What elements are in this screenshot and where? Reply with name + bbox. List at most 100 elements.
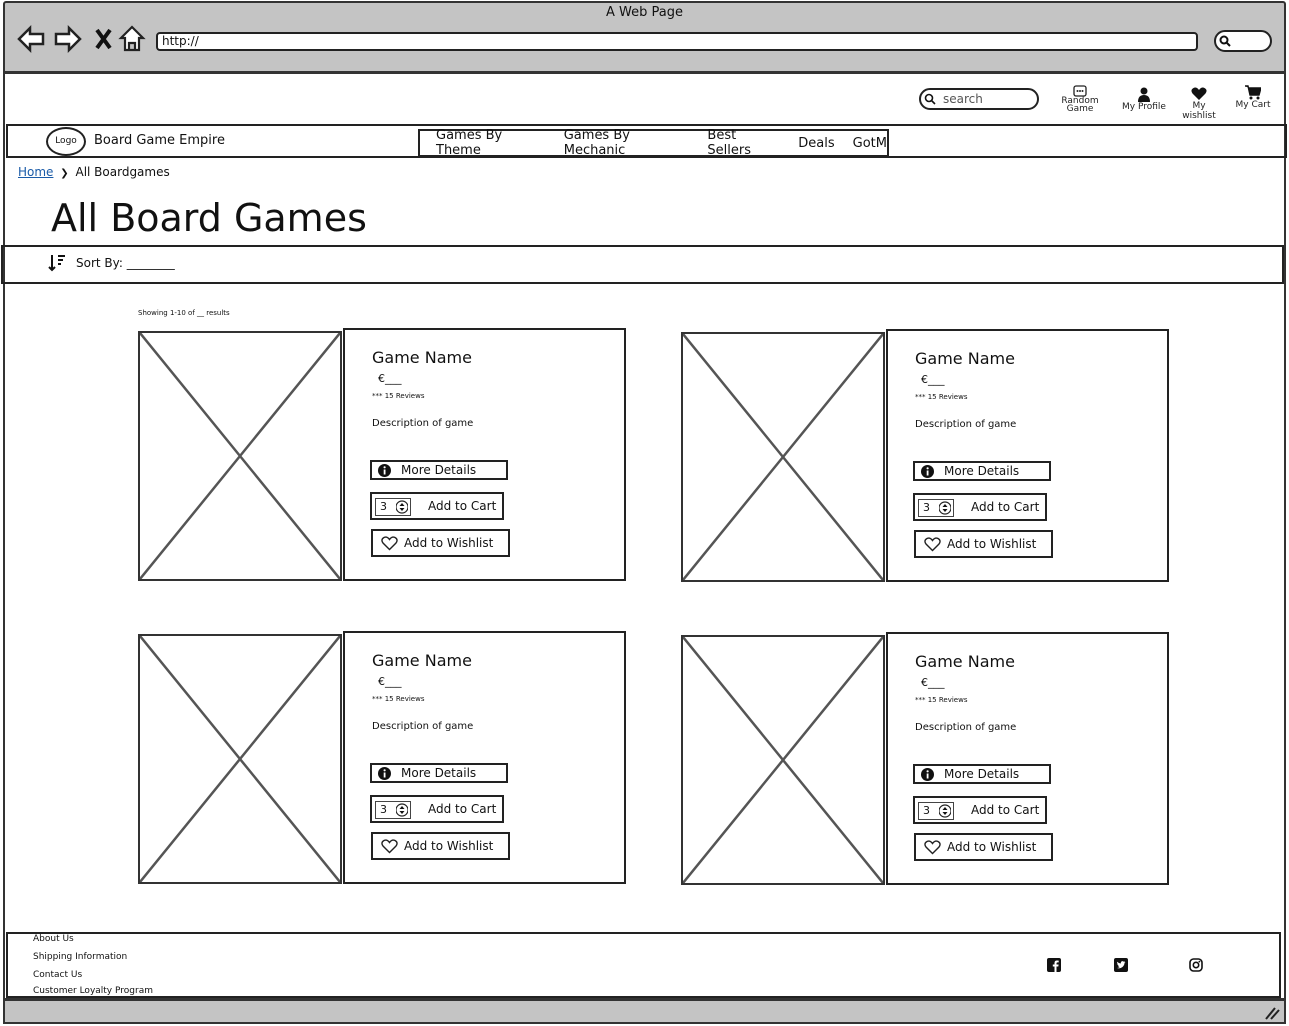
product-price: €___	[378, 675, 402, 688]
breadcrumb: Home ❯ All Boardgames	[18, 165, 170, 179]
more-details-label: More Details	[944, 767, 1020, 781]
cart-icon	[1245, 85, 1261, 100]
info-icon	[378, 463, 391, 477]
footer-link-loyalty[interactable]: Customer Loyalty Program	[33, 986, 153, 996]
window-title: A Web Page	[606, 5, 683, 20]
footer-link-shipping[interactable]: Shipping Information	[33, 952, 127, 962]
my-cart-link[interactable]: My Cart	[1234, 85, 1272, 110]
search-icon	[924, 93, 936, 105]
product-reviews[interactable]: *** 15 Reviews	[372, 392, 424, 400]
sort-bar	[1, 245, 1284, 284]
heart-outline-icon	[924, 536, 941, 551]
add-to-cart-button[interactable]: 3 Add to Cart	[370, 492, 504, 520]
product-reviews[interactable]: *** 15 Reviews	[372, 695, 424, 703]
more-details-label: More Details	[401, 463, 477, 477]
product-name[interactable]: Game Name	[915, 652, 1015, 671]
resize-grip-icon[interactable]	[1264, 1006, 1280, 1020]
my-cart-label: My Cart	[1235, 100, 1271, 110]
quantity-stepper[interactable]: 3	[375, 801, 411, 819]
product-description: Description of game	[372, 721, 474, 732]
product-price: €___	[921, 676, 945, 689]
home-icon[interactable]	[118, 24, 148, 54]
info-icon	[921, 767, 934, 781]
product-info: Game Name €___ *** 15 Reviews Descriptio…	[886, 329, 1169, 582]
my-wishlist-link[interactable]: My wishlist	[1175, 87, 1223, 121]
product-name[interactable]: Game Name	[372, 348, 472, 367]
quantity-stepper[interactable]: 3	[918, 802, 954, 820]
back-icon[interactable]	[16, 24, 46, 54]
quantity-stepper[interactable]: 3	[375, 498, 411, 516]
heart-outline-icon	[381, 838, 398, 853]
product-description: Description of game	[915, 722, 1017, 733]
breadcrumb-home[interactable]: Home	[18, 165, 53, 179]
my-profile-link[interactable]: My Profile	[1121, 87, 1167, 112]
product-name[interactable]: Game Name	[372, 651, 472, 670]
footer-link-about[interactable]: About Us	[33, 934, 74, 944]
add-to-cart-label: Add to Cart	[428, 499, 497, 513]
product-description: Description of game	[372, 418, 474, 429]
more-details-button[interactable]: More Details	[913, 461, 1051, 481]
random-game-label: Random Game	[1061, 96, 1099, 114]
user-icon	[1138, 87, 1150, 102]
product-card: Game Name €___ *** 15 Reviews Descriptio…	[138, 328, 628, 583]
nav-item-games-by-mechanic[interactable]: Games By Mechanic	[564, 128, 690, 158]
add-to-cart-label: Add to Cart	[428, 802, 497, 816]
product-reviews[interactable]: *** 15 Reviews	[915, 696, 967, 704]
instagram-icon[interactable]	[1189, 958, 1203, 972]
sort-by-dropdown[interactable]: Sort By: ________	[76, 256, 175, 270]
add-to-cart-button[interactable]: 3 Add to Cart	[913, 796, 1047, 824]
stop-icon[interactable]	[90, 24, 120, 54]
more-details-button[interactable]: More Details	[370, 763, 508, 783]
nav-item-best-sellers[interactable]: Best Sellers	[707, 128, 780, 158]
more-details-button[interactable]: More Details	[913, 764, 1051, 784]
product-info: Game Name €___ *** 15 Reviews Descriptio…	[343, 328, 626, 581]
add-to-wishlist-label: Add to Wishlist	[404, 536, 494, 550]
stepper-arrows-icon[interactable]	[396, 500, 408, 514]
product-name[interactable]: Game Name	[915, 349, 1015, 368]
heart-outline-icon	[924, 839, 941, 854]
quantity-value: 3	[380, 803, 387, 816]
facebook-icon[interactable]	[1047, 958, 1061, 972]
heart-icon	[1191, 87, 1207, 100]
random-game-link[interactable]: Random Game	[1060, 85, 1100, 114]
twitter-icon[interactable]	[1114, 958, 1128, 972]
add-to-cart-button[interactable]: 3 Add to Cart	[370, 795, 504, 823]
product-image-placeholder[interactable]	[681, 332, 885, 582]
nav-item-gotm[interactable]: GotM	[853, 136, 887, 151]
product-price: €___	[378, 372, 402, 385]
product-image-placeholder[interactable]	[681, 635, 885, 885]
stepper-arrows-icon[interactable]	[396, 803, 408, 817]
quantity-stepper[interactable]: 3	[918, 499, 954, 517]
sort-icon[interactable]	[48, 254, 66, 272]
more-details-label: More Details	[401, 766, 477, 780]
browser-status-bar	[3, 998, 1286, 1024]
footer-link-contact[interactable]: Contact Us	[33, 970, 82, 980]
stepper-arrows-icon[interactable]	[939, 501, 951, 515]
product-reviews[interactable]: *** 15 Reviews	[915, 393, 967, 401]
add-to-wishlist-button[interactable]: Add to Wishlist	[371, 529, 510, 557]
add-to-wishlist-button[interactable]: Add to Wishlist	[371, 832, 510, 860]
logo[interactable]: Logo	[46, 127, 86, 156]
add-to-wishlist-label: Add to Wishlist	[404, 839, 494, 853]
info-icon	[378, 766, 391, 780]
forward-icon[interactable]	[53, 24, 83, 54]
brand-name[interactable]: Board Game Empire	[94, 133, 225, 148]
product-image-placeholder[interactable]	[138, 634, 342, 884]
my-profile-label: My Profile	[1122, 102, 1166, 112]
stepper-arrows-icon[interactable]	[939, 804, 951, 818]
nav-item-games-by-theme[interactable]: Games By Theme	[436, 128, 546, 158]
my-wishlist-label: My wishlist	[1182, 101, 1216, 121]
browser-search-field[interactable]	[1214, 30, 1272, 52]
more-details-button[interactable]: More Details	[370, 460, 508, 480]
search-icon	[1219, 35, 1231, 47]
heart-outline-icon	[381, 535, 398, 550]
add-to-wishlist-button[interactable]: Add to Wishlist	[914, 833, 1053, 861]
url-bar[interactable]: http://	[156, 32, 1198, 51]
nav-item-deals[interactable]: Deals	[798, 136, 834, 151]
product-image-placeholder[interactable]	[138, 331, 342, 581]
more-details-label: More Details	[944, 464, 1020, 478]
add-to-cart-button[interactable]: 3 Add to Cart	[913, 493, 1047, 521]
add-to-wishlist-button[interactable]: Add to Wishlist	[914, 530, 1053, 558]
breadcrumb-current: All Boardgames	[75, 165, 170, 179]
site-search-input[interactable]: search	[919, 88, 1039, 110]
